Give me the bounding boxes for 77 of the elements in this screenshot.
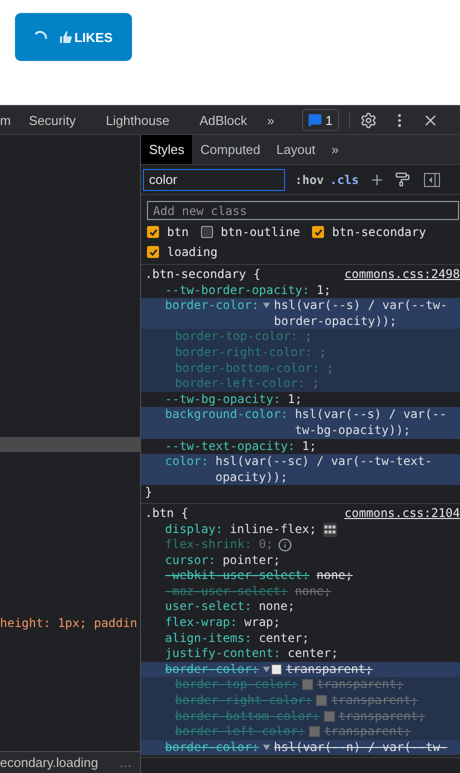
property-value[interactable]: center;	[288, 646, 338, 662]
property-name[interactable]: --tw-bg-opacity:	[165, 392, 281, 408]
property-value[interactable]: wrap;	[244, 615, 280, 631]
property-name[interactable]: border-color:	[165, 298, 259, 314]
property-value[interactable]: transparent;	[286, 662, 373, 678]
color-swatch-icon[interactable]	[302, 679, 313, 690]
color-swatch-icon[interactable]	[324, 710, 334, 722]
property-value[interactable]: hsl(var(--s) / var(--tw-bg-opacity));	[294, 407, 456, 439]
message-icon	[308, 113, 322, 127]
property-value[interactable]: pointer;	[222, 552, 280, 568]
sidebar-toggle-icon[interactable]	[424, 172, 440, 186]
color-swatch-icon[interactable]	[316, 695, 328, 706]
class-toggle[interactable]: .cls	[330, 172, 359, 186]
panel-tab[interactable]: m	[0, 112, 11, 128]
class-name: loading	[167, 245, 218, 259]
rule-selector: .btn-secondary {	[145, 267, 261, 283]
code-line: height: 1px; paddin	[0, 615, 138, 631]
property-value[interactable]: 1;	[302, 438, 316, 454]
property-value[interactable]: hsl(var(--s) / var(--tw-border-opacity));	[274, 298, 456, 330]
panel-tab[interactable]: Lighthouse	[106, 112, 170, 128]
breadcrumb[interactable]: econdary.loading	[0, 755, 98, 770]
new-rule-icon[interactable]	[368, 172, 385, 188]
property-value[interactable]: 1;	[316, 282, 331, 298]
property-value[interactable]: inline-flex;	[230, 522, 316, 538]
property-name[interactable]: justify-content:	[165, 646, 281, 662]
property-name[interactable]: color:	[165, 454, 208, 470]
checkbox[interactable]	[312, 226, 324, 238]
property-value[interactable]: none;	[316, 568, 353, 584]
property-value[interactable]: hsl(var(--n) / var(--tw-	[274, 740, 448, 756]
class-name: btn-outline	[220, 225, 300, 239]
property-name[interactable]: user-select:	[165, 599, 252, 616]
source-link[interactable]: commons.css:2498	[344, 267, 460, 283]
class-name: btn	[167, 225, 189, 239]
more-tabs-button[interactable]: »	[323, 135, 347, 164]
settings-icon[interactable]	[360, 112, 377, 128]
property-value[interactable]: 1;	[288, 392, 302, 408]
flexbox-editor-icon[interactable]	[322, 522, 336, 536]
color-swatch-icon[interactable]	[270, 664, 282, 675]
hover-state-toggle[interactable]: :hov	[295, 172, 324, 186]
property-name[interactable]: cursor:	[165, 552, 216, 568]
expand-arrow-icon[interactable]	[262, 664, 271, 674]
property-name[interactable]: --tw-border-opacity:	[165, 282, 310, 298]
property-name[interactable]: align-items:	[165, 630, 252, 646]
paint-roller-icon[interactable]	[394, 172, 410, 187]
property-value[interactable]: center;	[258, 630, 310, 646]
checkbox[interactable]	[147, 246, 159, 258]
property-name[interactable]: background-color:	[165, 407, 288, 423]
more-tabs-button[interactable]: »	[267, 112, 274, 128]
thumbs-up-icon	[58, 29, 74, 45]
filter-field[interactable]: color	[143, 168, 285, 190]
property-value[interactable]: none;	[258, 599, 295, 616]
class-name: btn-secondary	[332, 225, 426, 239]
property-name[interactable]: --tw-text-opacity:	[165, 438, 296, 454]
breadcrumb-more[interactable]: …	[119, 755, 132, 770]
property-name[interactable]: border-color:	[165, 662, 259, 678]
property-name[interactable]: display:	[165, 522, 223, 538]
new-class-field[interactable]: Add new class	[147, 201, 459, 220]
panel-tab[interactable]: Security	[28, 112, 76, 128]
likes-button[interactable]: LIKES	[15, 13, 132, 61]
info-icon[interactable]	[278, 538, 292, 552]
property-name[interactable]: -webkit-user-select:	[165, 568, 310, 584]
property-name[interactable]: flex-wrap:	[165, 615, 238, 631]
expand-arrow-icon[interactable]	[262, 742, 271, 752]
source-link[interactable]: commons.css:2104	[344, 506, 460, 522]
property-name[interactable]: border-color:	[165, 740, 259, 756]
issues-badge[interactable]: 1	[302, 109, 339, 131]
sidebar-tab[interactable]: Styles	[141, 135, 192, 164]
panel-tab[interactable]: AdBlock	[199, 112, 248, 128]
sidebar-tab[interactable]: Layout	[268, 135, 324, 164]
expand-arrow-icon[interactable]	[262, 301, 271, 310]
checkbox[interactable]	[200, 226, 213, 238]
color-swatch-icon[interactable]	[309, 726, 320, 738]
property-value[interactable]: hsl(var(--sc) / var(--tw-text-opacity));	[215, 454, 456, 486]
sidebar-tab[interactable]: Computed	[192, 135, 268, 164]
rule-close: }	[145, 485, 154, 501]
checkbox[interactable]	[147, 226, 159, 238]
rule-selector: .btn {	[145, 506, 188, 522]
